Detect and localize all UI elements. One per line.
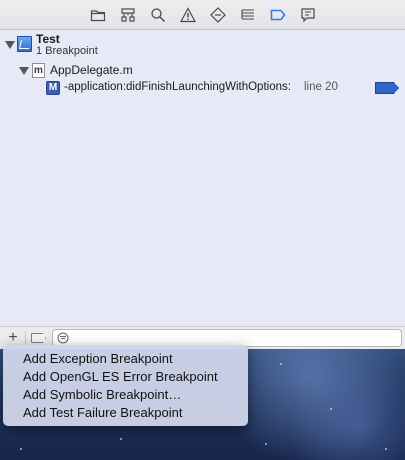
- method-icon: M: [46, 81, 60, 95]
- project-breakpoint-count: 1 Breakpoint: [36, 45, 98, 57]
- file-name: AppDelegate.m: [50, 63, 133, 77]
- disclosure-triangle-icon[interactable]: [5, 41, 15, 49]
- debug-list-icon[interactable]: [239, 6, 257, 24]
- menu-item-add-exception-breakpoint[interactable]: Add Exception Breakpoint: [3, 350, 248, 368]
- add-breakpoint-button[interactable]: +: [6, 330, 20, 346]
- filter-icon: [57, 332, 69, 344]
- breakpoint-marker-icon[interactable]: [375, 82, 399, 94]
- hierarchy-icon[interactable]: [119, 6, 137, 24]
- project-name: Test: [36, 32, 60, 46]
- disclosure-triangle-icon[interactable]: [19, 67, 29, 75]
- breakpoint-line: line 20: [304, 81, 338, 93]
- search-icon[interactable]: [149, 6, 167, 24]
- divider: [25, 332, 26, 345]
- menu-item-add-opengl-es-error-breakpoint[interactable]: Add OpenGL ES Error Breakpoint: [3, 368, 248, 386]
- menu-item-add-test-failure-breakpoint[interactable]: Add Test Failure Breakpoint: [3, 404, 248, 422]
- breakpoint-symbol: -application:didFinishLaunchingWithOptio…: [64, 81, 291, 93]
- project-icon: [17, 36, 32, 52]
- test-diamond-icon[interactable]: [209, 6, 227, 24]
- breakpoint-navigator-icon[interactable]: [269, 6, 287, 24]
- folder-icon[interactable]: [89, 6, 107, 24]
- warning-icon[interactable]: [179, 6, 197, 24]
- add-breakpoint-menu: Add Exception Breakpoint Add OpenGL ES E…: [3, 345, 248, 426]
- menu-item-add-symbolic-breakpoint[interactable]: Add Symbolic Breakpoint…: [3, 386, 248, 404]
- show-enabled-breakpoints-icon[interactable]: [31, 333, 46, 343]
- filter-input[interactable]: [73, 331, 393, 345]
- navigator-toolbar: [0, 0, 405, 30]
- log-icon[interactable]: [299, 6, 317, 24]
- objc-file-icon: m: [32, 63, 45, 78]
- breakpoint-navigator: Test 1 Breakpoint m AppDelegate.m M -app…: [0, 0, 405, 349]
